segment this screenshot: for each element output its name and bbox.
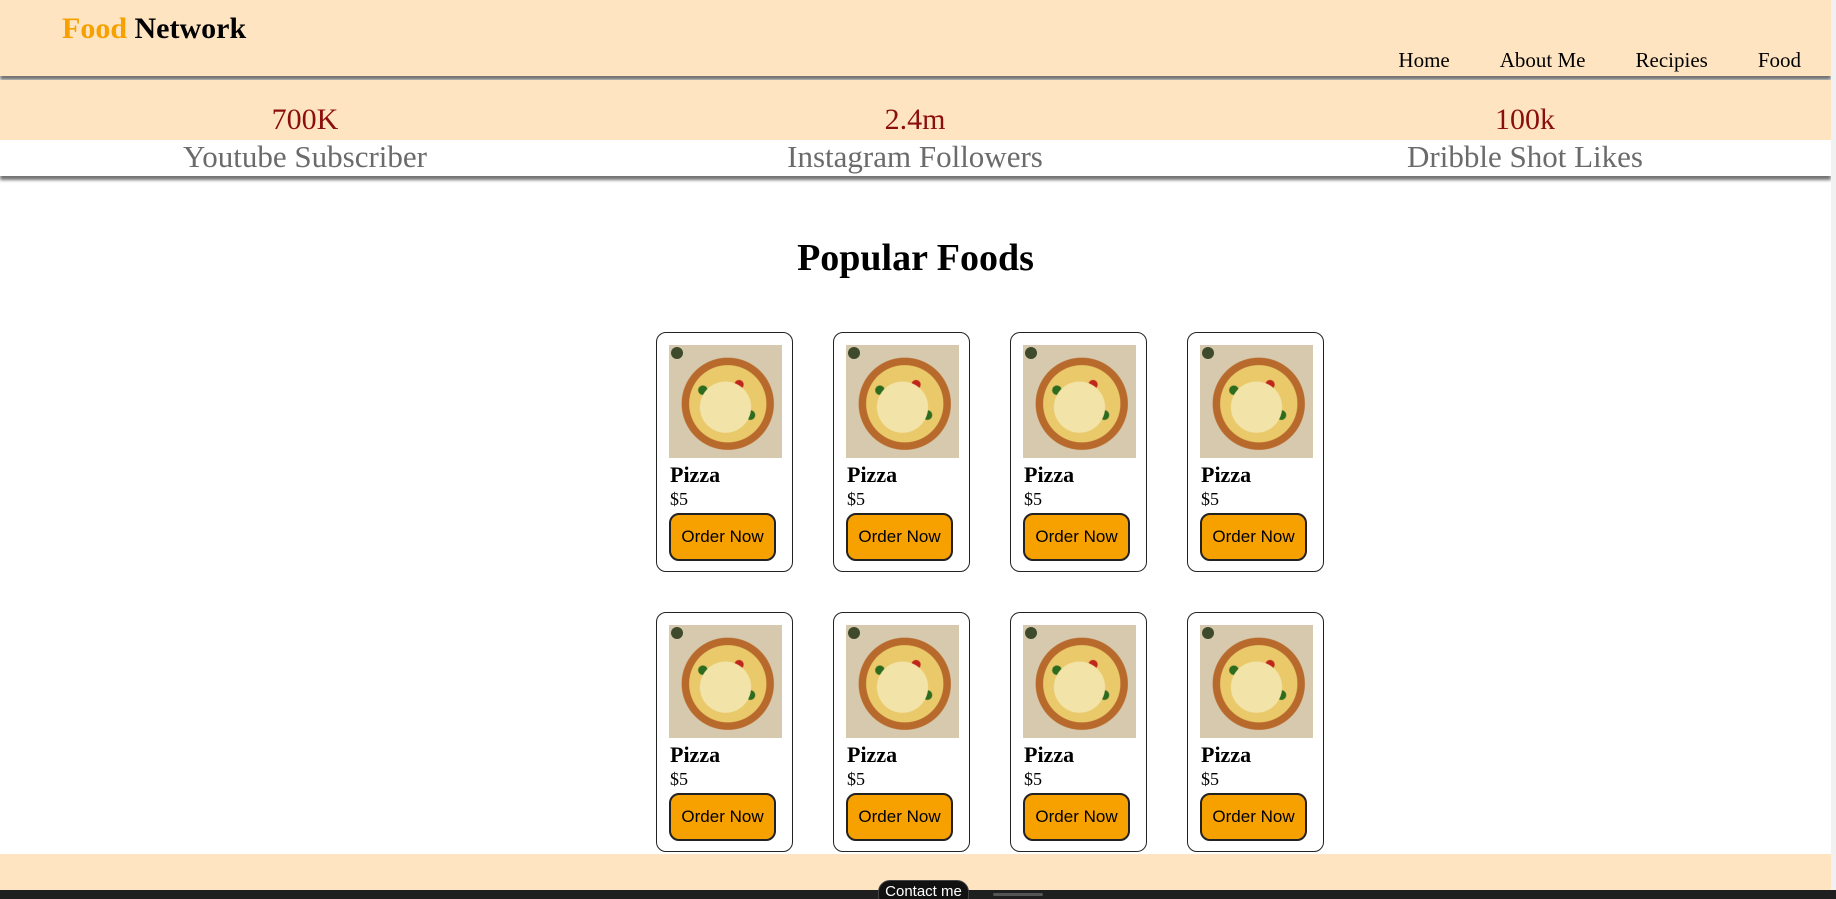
site-header: Food Network Home About Me Recipies Food: [0, 0, 1831, 76]
stat-youtube: 700K Youtube Subscriber: [0, 102, 610, 175]
pizza-image: [1200, 625, 1313, 738]
food-card: Pizza $5 Order Now: [1187, 332, 1324, 572]
section-title: Popular Foods: [797, 237, 1034, 279]
pizza-image: [1023, 625, 1136, 738]
stat-youtube-value: 700K: [271, 103, 339, 136]
nav-recipies[interactable]: Recipies: [1636, 48, 1708, 73]
pizza-image: [1200, 345, 1313, 458]
pizza-image: [669, 345, 782, 458]
food-card-price: $5: [847, 489, 865, 509]
logo-main-text: Network: [134, 12, 247, 45]
stat-youtube-label: Youtube Subscriber: [183, 139, 427, 174]
contact-me-button[interactable]: Contact me: [878, 880, 969, 899]
main-nav: Home About Me Recipies Food: [1398, 48, 1831, 73]
food-card-price: $5: [1201, 769, 1219, 789]
food-card-name: Pizza: [1024, 462, 1075, 487]
stat-dribble: 100k Dribble Shot Likes: [1220, 102, 1830, 175]
stats-band: 700K Youtube Subscriber 2.4m Instagram F…: [0, 80, 1831, 176]
food-card: Pizza $5 Order Now: [656, 612, 793, 852]
food-card-name: Pizza: [1201, 742, 1252, 767]
food-card-name: Pizza: [1024, 742, 1075, 767]
bottom-handle: [993, 893, 1043, 896]
order-now-button[interactable]: Order Now: [1023, 513, 1130, 561]
order-now-button[interactable]: Order Now: [846, 793, 953, 841]
pizza-image: [1023, 345, 1136, 458]
food-card-price: $5: [1201, 489, 1219, 509]
food-card-name: Pizza: [847, 462, 898, 487]
nav-home[interactable]: Home: [1398, 48, 1449, 73]
stat-dribble-value: 100k: [1495, 103, 1555, 136]
logo-accent-text: Food: [62, 12, 128, 45]
scrollbar-track[interactable]: [1831, 0, 1836, 890]
order-now-button[interactable]: Order Now: [1200, 793, 1307, 841]
order-now-button[interactable]: Order Now: [1200, 513, 1307, 561]
stat-instagram-value: 2.4m: [884, 103, 946, 136]
nav-food[interactable]: Food: [1758, 48, 1801, 73]
food-card-price: $5: [847, 769, 865, 789]
order-now-button[interactable]: Order Now: [1023, 793, 1130, 841]
page: Food Network Home About Me Recipies Food…: [0, 0, 1836, 899]
food-card-name: Pizza: [847, 742, 898, 767]
food-card-price: $5: [1024, 769, 1042, 789]
food-card: Pizza $5 Order Now: [1010, 612, 1147, 852]
food-card: Pizza $5 Order Now: [833, 332, 970, 572]
stat-instagram: 2.4m Instagram Followers: [610, 102, 1220, 175]
stat-dribble-label: Dribble Shot Likes: [1407, 139, 1643, 174]
pizza-image: [846, 345, 959, 458]
order-now-button[interactable]: Order Now: [669, 513, 776, 561]
nav-about-me[interactable]: About Me: [1500, 48, 1586, 73]
order-now-button[interactable]: Order Now: [669, 793, 776, 841]
food-card-price: $5: [1024, 489, 1042, 509]
food-card-name: Pizza: [670, 462, 721, 487]
order-now-button[interactable]: Order Now: [846, 513, 953, 561]
food-card: Pizza $5 Order Now: [656, 332, 793, 572]
food-card: Pizza $5 Order Now: [1010, 332, 1147, 572]
food-card-name: Pizza: [670, 742, 721, 767]
pizza-image: [846, 625, 959, 738]
food-card-price: $5: [670, 489, 688, 509]
food-card-name: Pizza: [1201, 462, 1252, 487]
food-card: Pizza $5 Order Now: [1187, 612, 1324, 852]
food-card: Pizza $5 Order Now: [833, 612, 970, 852]
stat-instagram-label: Instagram Followers: [787, 139, 1043, 174]
pizza-image: [669, 625, 782, 738]
food-card-price: $5: [670, 769, 688, 789]
site-logo[interactable]: Food Network: [62, 12, 246, 46]
